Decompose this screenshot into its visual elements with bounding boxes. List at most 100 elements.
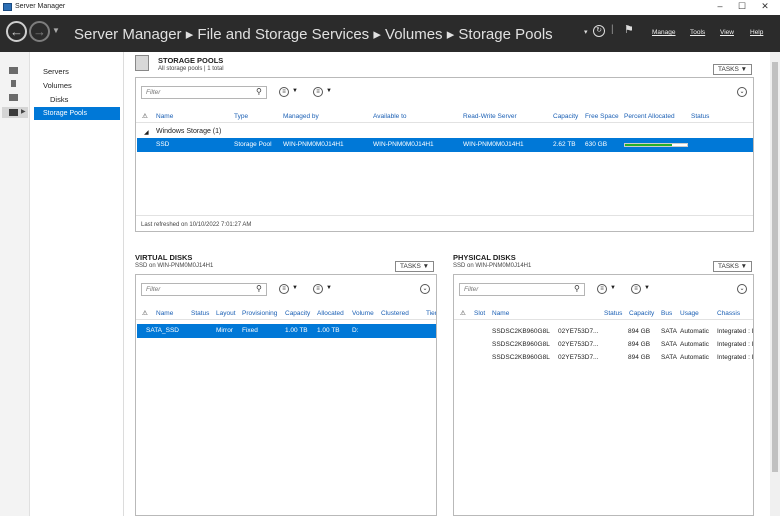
- col-managed-by[interactable]: Managed by: [283, 113, 319, 120]
- cell-id: 02YE753D7...: [558, 354, 599, 361]
- all-servers-icon[interactable]: [9, 94, 18, 101]
- sidebar-item-servers[interactable]: Servers: [43, 67, 69, 76]
- col-allocated[interactable]: Allocated: [317, 310, 344, 317]
- menu-view[interactable]: View: [720, 29, 734, 36]
- collapse-chevron-icon[interactable]: ⌄: [420, 284, 430, 294]
- col-slot[interactable]: Slot: [474, 310, 485, 317]
- header-divider: [454, 319, 753, 320]
- col-bus[interactable]: Bus: [661, 310, 672, 317]
- refresh-dropdown-icon[interactable]: ▾: [584, 28, 588, 36]
- search-icon[interactable]: ⚲: [256, 284, 262, 293]
- cell-read-write-server: WIN-PNM0M0J14H1: [463, 141, 524, 148]
- columns-icon[interactable]: ≡: [631, 284, 641, 294]
- cell-chassis: Integrated : I: [717, 328, 753, 335]
- breadcrumb: Server Manager ▸ File and Storage Servic…: [74, 26, 553, 43]
- col-layout[interactable]: Layout: [216, 310, 236, 317]
- close-button[interactable]: ✕: [755, 1, 775, 12]
- col-percent-allocated[interactable]: Percent Allocated: [624, 113, 675, 120]
- col-name[interactable]: Name: [492, 310, 509, 317]
- notifications-flag-icon[interactable]: ⚑: [624, 23, 634, 36]
- list-options-dropdown-icon[interactable]: ▼: [292, 88, 298, 94]
- dashboard-icon[interactable]: [9, 67, 18, 74]
- physical-disks-filter-input[interactable]: Filter: [459, 283, 585, 296]
- cell-capacity: 894 GB: [628, 341, 651, 348]
- list-options-dropdown-icon[interactable]: ▼: [610, 285, 616, 291]
- sidebar: Servers Volumes Disks Storage Pools: [30, 52, 124, 516]
- sidebar-item-volumes[interactable]: Volumes: [43, 81, 72, 90]
- maximize-button[interactable]: ☐: [732, 1, 752, 12]
- table-row[interactable]: SSDSC2KB960G8L 02YE753D7... 894 GB SATA …: [455, 326, 753, 338]
- table-row[interactable]: SSDSC2KB960G8L 02YE753D7... 894 GB SATA …: [455, 352, 753, 364]
- cell-usage: Automatic: [680, 341, 709, 348]
- history-dropdown-icon[interactable]: ▼: [52, 26, 60, 35]
- file-storage-services-icon[interactable]: [9, 109, 18, 116]
- col-status[interactable]: Status: [691, 113, 709, 120]
- table-row[interactable]: SSDSC2KB960G8L 02YE753D7... 894 GB SATA …: [455, 339, 753, 351]
- col-available-to[interactable]: Available to: [373, 113, 407, 120]
- local-server-icon[interactable]: [11, 80, 16, 87]
- cell-provisioning: Fixed: [242, 327, 258, 334]
- storage-pools-filter-input[interactable]: Filter: [141, 86, 267, 99]
- expand-arrow-icon[interactable]: ▶: [21, 108, 26, 115]
- col-provisioning[interactable]: Provisioning: [242, 310, 277, 317]
- col-status[interactable]: Status: [604, 310, 622, 317]
- columns-icon[interactable]: ≡: [313, 284, 323, 294]
- cell-usage: Automatic: [680, 354, 709, 361]
- storage-pools-tasks-button[interactable]: TASKS ▼: [713, 64, 753, 75]
- search-icon[interactable]: ⚲: [574, 284, 580, 293]
- table-row[interactable]: SSD Storage Pool WIN-PNM0M0J14H1 WIN-PNM…: [137, 138, 753, 152]
- col-capacity[interactable]: Capacity: [553, 113, 578, 120]
- search-icon[interactable]: ⚲: [256, 87, 262, 96]
- physical-disks-title: PHYSICAL DISKS: [453, 253, 516, 262]
- table-row[interactable]: SATA_SSD Mirror Fixed 1.00 TB 1.00 TB D:: [137, 324, 436, 338]
- col-type[interactable]: Type: [234, 113, 248, 120]
- col-free-space[interactable]: Free Space: [585, 113, 619, 120]
- col-chassis[interactable]: Chassis: [717, 310, 740, 317]
- tasks-label: TASKS: [400, 263, 421, 270]
- columns-dropdown-icon[interactable]: ▼: [326, 88, 332, 94]
- columns-dropdown-icon[interactable]: ▼: [644, 285, 650, 291]
- header-bar: ← → ▼ Server Manager ▸ File and Storage …: [0, 15, 780, 52]
- list-options-icon[interactable]: ≡: [279, 87, 289, 97]
- cell-capacity: 894 GB: [628, 328, 651, 335]
- storage-pools-subtitle: All storage pools | 1 total: [158, 66, 224, 72]
- col-capacity[interactable]: Capacity: [285, 310, 310, 317]
- col-name[interactable]: Name: [156, 310, 173, 317]
- last-refreshed-text: Last refreshed on 10/10/2022 7:01:27 AM: [141, 222, 252, 228]
- minimize-button[interactable]: –: [710, 1, 730, 11]
- menu-tools[interactable]: Tools: [690, 29, 705, 36]
- forward-arrow-icon[interactable]: →: [29, 21, 50, 42]
- cell-capacity: 1.00 TB: [285, 327, 308, 334]
- col-capacity[interactable]: Capacity: [629, 310, 654, 317]
- col-tier[interactable]: Tier: [426, 310, 436, 317]
- percent-allocated-bar: [624, 143, 688, 147]
- virtual-disks-filter-input[interactable]: Filter: [141, 283, 267, 296]
- col-clustered[interactable]: Clustered: [381, 310, 409, 317]
- menu-manage[interactable]: Manage: [652, 29, 676, 36]
- main-scrollbar-thumb[interactable]: [772, 62, 778, 472]
- col-read-write-server[interactable]: Read-Write Server: [463, 113, 517, 120]
- group-collapse-icon[interactable]: ◢: [144, 129, 149, 136]
- sidebar-item-disks[interactable]: Disks: [50, 95, 68, 104]
- virtual-disks-tasks-button[interactable]: TASKS ▼: [395, 261, 435, 272]
- collapse-chevron-icon[interactable]: ⌄: [737, 87, 747, 97]
- col-usage[interactable]: Usage: [680, 310, 699, 317]
- sidebar-item-storage-pools[interactable]: Storage Pools: [34, 107, 120, 120]
- list-options-icon[interactable]: ≡: [279, 284, 289, 294]
- list-options-dropdown-icon[interactable]: ▼: [292, 285, 298, 291]
- refresh-icon[interactable]: ↻: [593, 25, 605, 37]
- back-arrow-icon[interactable]: ←: [6, 21, 27, 42]
- storage-pools-panel: Filter ⚲ ≡ ▼ ≡ ▼ ⌄ ⚠ Name Type Managed b…: [135, 77, 754, 232]
- collapse-chevron-icon[interactable]: ⌄: [737, 284, 747, 294]
- window-title: Server Manager: [15, 3, 66, 10]
- columns-dropdown-icon[interactable]: ▼: [326, 285, 332, 291]
- virtual-disks-subtitle: SSD on WIN-PNM0M0J14H1: [135, 263, 214, 269]
- menu-help[interactable]: Help: [750, 29, 763, 36]
- columns-icon[interactable]: ≡: [313, 87, 323, 97]
- col-status[interactable]: Status: [191, 310, 209, 317]
- list-options-icon[interactable]: ≡: [597, 284, 607, 294]
- physical-disks-tasks-button[interactable]: TASKS ▼: [713, 261, 753, 272]
- cell-chassis: Integrated : I: [717, 354, 753, 361]
- col-volume[interactable]: Volume: [352, 310, 374, 317]
- col-name[interactable]: Name: [156, 113, 173, 120]
